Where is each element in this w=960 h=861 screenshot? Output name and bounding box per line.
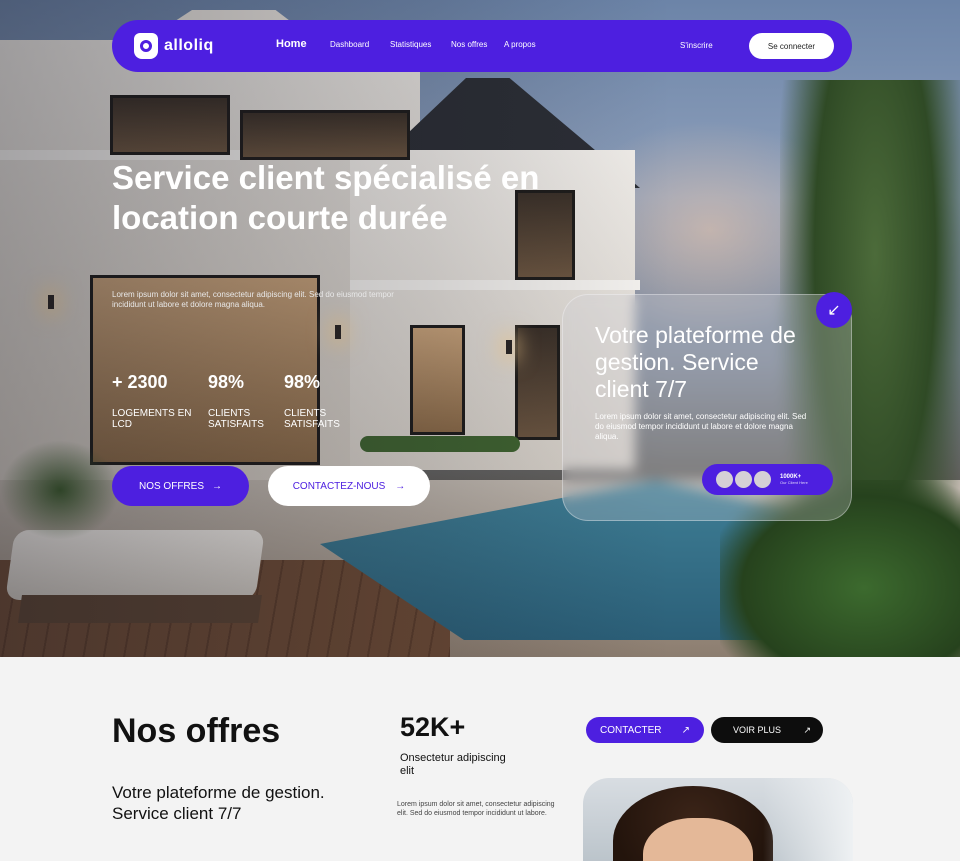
arrow-down-left-icon[interactable]: ↙ [816,292,852,328]
nos-offres-label: NOS OFFRES [138,480,204,492]
hero-title: Service client spécialisé en location co… [112,159,540,236]
platform-card-title: Votre plateforme de gestion. Service cli… [595,322,796,402]
offers-big-number: 52K+ [400,712,466,742]
nav-link-statistiques[interactable]: Statistiques [390,40,431,49]
stat-label: CLIENTS SATISFAITS [284,408,340,430]
logo[interactable]: alloliq [134,33,214,59]
nav-link-a-propos[interactable]: A propos [504,40,536,49]
avatar [754,471,771,488]
avatar [716,471,733,488]
login-button[interactable]: Se connecter [749,33,834,59]
offers-number-label: Onsectetur adipiscing elit [400,752,506,777]
stat-value: + 2300 [112,372,168,392]
clients-caption: Our Client Here [780,480,808,485]
stat-housing: + 2300 LOGEMENTS EN LCD [112,372,191,430]
stat-satisfaction-2: 98% CLIENTS SATISFAITS [284,372,340,430]
photo-background [763,778,853,861]
signup-link[interactable]: S'inscrire [680,41,713,50]
clients-pill[interactable]: 1000K+ Our Client Here [702,464,833,495]
stat-value: 98% [208,372,245,392]
voir-plus-button[interactable]: VOIR PLUS ↗ [711,717,823,743]
stat-label: CLIENTS SATISFAITS [208,408,264,430]
platform-card-description: Lorem ipsum dolor sit amet, consectetur … [595,412,807,441]
navbar: alloliq Home Dashboard Statistiques Nos … [112,20,852,72]
logo-text: alloliq [164,37,214,54]
nav-link-dashboard[interactable]: Dashboard [330,40,369,49]
contactez-nous-button[interactable]: CONTACTEZ-NOUS → [268,466,430,506]
contacter-button[interactable]: CONTACTER ↗ [586,717,704,743]
offers-subtitle: Votre plateforme de gestion. Service cli… [112,783,325,823]
logo-icon [134,33,158,59]
hero-description: Lorem ipsum dolor sit amet, consectetur … [112,290,394,309]
stat-label: LOGEMENTS EN LCD [112,408,192,430]
clients-pill-text: 1000K+ Our Client Here [780,474,808,485]
offers-title: Nos offres [112,712,281,750]
voir-plus-label: VOIR PLUS [733,725,782,735]
arrow-right-icon: → [212,480,222,492]
avatar [735,471,752,488]
stat-value: 98% [284,372,321,392]
nav-link-nos-offres[interactable]: Nos offres [451,40,487,49]
nav-link-home[interactable]: Home [276,38,307,50]
contacter-label: CONTACTER [600,724,662,736]
stat-satisfaction: 98% CLIENTS SATISFAITS [208,372,264,430]
agent-photo [583,778,853,861]
offers-number-description: Lorem ipsum dolor sit amet, consectetur … [397,801,555,817]
arrow-up-right-icon: ↗ [803,724,811,735]
page: alloliq Home Dashboard Statistiques Nos … [0,0,960,861]
arrow-right-icon: → [395,480,406,492]
arrow-up-right-icon: ↗ [681,724,690,736]
contactez-nous-label: CONTACTEZ-NOUS [292,480,386,492]
nos-offres-button[interactable]: NOS OFFRES → [112,466,249,506]
